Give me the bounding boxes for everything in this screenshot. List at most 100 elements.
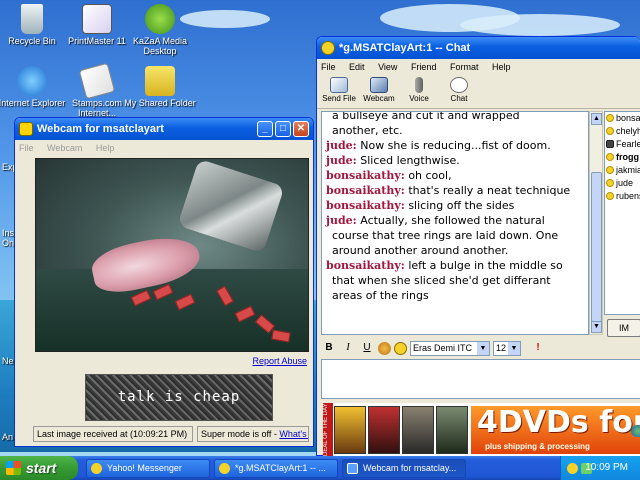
menu-view[interactable]: View [378, 62, 397, 72]
desktop-icon-internet-explorer[interactable]: Internet Explorer [0, 66, 69, 108]
scroll-thumb[interactable] [591, 172, 602, 322]
task-yahoo-messenger[interactable]: Yahoo! Messenger [86, 459, 210, 478]
format-toolbar: B I U Eras Demi ITC ▼ 12 ▼ ! [321, 339, 640, 357]
message-input[interactable] [321, 359, 640, 399]
pasta-machine [177, 159, 285, 254]
taskbar: start Yahoo! Messenger *g.MSATClayArt:1 … [0, 456, 640, 480]
user-list-item[interactable]: rubens [605, 190, 640, 203]
clock: 10:09 PM [585, 462, 628, 473]
chat-message: jude: Actually, she followed the natural [326, 213, 584, 228]
send-file-button[interactable]: Send File [319, 75, 359, 108]
voice-button[interactable]: Voice [399, 75, 439, 108]
chat-text: another, etc. [332, 124, 403, 137]
report-abuse-link[interactable]: Report Abuse [252, 356, 307, 366]
super-mode-status: Super mode is off - What's this? [197, 426, 309, 442]
user-list-item[interactable]: jude [605, 177, 640, 190]
font-size-select[interactable]: 12 ▼ [493, 340, 521, 356]
webcam-window[interactable]: Webcam for msatclayart _ □ ✕ File Webcam… [14, 117, 314, 447]
desktop-icon-kazaa[interactable]: KaZaA Media Desktop [123, 4, 197, 56]
ad-subtext: plus shipping & processing [485, 442, 590, 451]
dvd-cover-2 [368, 406, 400, 454]
chat-text: that when she sliced she'd get differant [332, 274, 551, 287]
user-list-item[interactable]: chelyh [605, 125, 640, 138]
user-name: jakmia [616, 165, 640, 175]
chat-text: a bullseye and cut it and wrapped [332, 111, 520, 122]
webcam-icon [606, 140, 614, 148]
whats-this-link[interactable]: What's this? [279, 429, 308, 439]
send-file-icon [330, 77, 348, 93]
webcam-button[interactable]: Webcam [359, 75, 399, 108]
alert-icon[interactable]: ! [530, 341, 546, 355]
im-button[interactable]: IM [607, 319, 640, 337]
webcam-titlebar[interactable]: Webcam for msatclayart _ □ ✕ [15, 118, 313, 140]
user-name: jude [616, 178, 634, 188]
desktop-icon-recycle-bin[interactable]: Recycle Bin [0, 4, 69, 46]
scroll-up-icon[interactable]: ▲ [591, 113, 602, 125]
smiley-icon [606, 179, 614, 187]
yahoo-smiley-icon [321, 41, 335, 55]
last-image-status: Last image received at (10:09:21 PM) [33, 426, 193, 442]
user-name: rubens [616, 191, 640, 201]
chat-text: that's really a neat technique [408, 184, 571, 197]
menu-help: Help [95, 143, 115, 153]
chat-transcript[interactable]: a bullseye and cut it and wrapped another… [321, 111, 589, 335]
chat-window[interactable]: *g.MSATClayArt:1 -- Chat File Edit View … [316, 36, 640, 457]
close-icon[interactable]: ✕ [293, 121, 309, 137]
chat-window-title: *g.MSATClayArt:1 -- Chat [339, 42, 471, 54]
webcam-window-title: Webcam for msatclayart [37, 123, 164, 135]
underline-button[interactable]: U [359, 341, 375, 355]
chat-bubbles-icon [450, 77, 468, 93]
recycle-bin-icon [21, 4, 43, 34]
bold-button[interactable]: B [321, 341, 337, 355]
yahoo-smiley-icon [91, 463, 102, 474]
chat-button[interactable]: Chat [439, 75, 479, 108]
start-label: start [26, 460, 57, 476]
scroll-down-icon[interactable]: ▼ [591, 321, 602, 333]
ad-side-text: DEAL OF THE DAY [323, 403, 333, 457]
maximize-icon[interactable]: □ [275, 121, 291, 137]
font-select[interactable]: Eras Demi ITC ▼ [410, 340, 490, 356]
emoticon-icon[interactable] [394, 341, 407, 355]
chat-author: jude: [326, 214, 357, 227]
menu-webcam: Webcam [47, 143, 83, 153]
ad-banner[interactable]: DEAL OF THE DAY 4DVDs for 4 plus shippin… [323, 403, 640, 457]
color-palette-icon[interactable] [378, 341, 391, 355]
user-list-item[interactable]: Fearle [605, 138, 640, 151]
captcha-image: talk is cheap [85, 374, 273, 421]
chat-titlebar[interactable]: *g.MSATClayArt:1 -- Chat [317, 37, 640, 59]
transcript-scrollbar[interactable]: ▲ ▼ [589, 111, 603, 335]
user-list-item[interactable]: bonsa [605, 112, 640, 125]
webcam-statusbar: Last image received at (10:09:21 PM) Sup… [33, 426, 309, 442]
dvd-cover-4 [436, 406, 468, 454]
webcam-icon [19, 122, 33, 136]
chat-user-list[interactable]: bonsa chelyh Fearle frogg jakmia jude rubens [604, 111, 640, 315]
desktop-edge-text: Ne [2, 356, 14, 366]
desktop-icon-label: My Shared Folder [124, 98, 196, 108]
chat-text: Sliced lengthwise. [360, 154, 460, 167]
chat-message: bonsaikathy: oh cool, [326, 168, 584, 183]
menu-edit[interactable]: Edit [349, 62, 365, 72]
chat-author: bonsaikathy: [326, 169, 405, 182]
task-label: Webcam for msatclay... [363, 463, 457, 473]
start-button[interactable]: start [0, 456, 78, 480]
microphone-icon [415, 77, 423, 93]
chat-text: around another around another. [332, 244, 509, 257]
yahoo-tray-icon[interactable] [567, 463, 578, 474]
task-webcam-window[interactable]: Webcam for msatclay... [342, 459, 466, 478]
dvd-cover-1 [334, 406, 366, 454]
font-size-value: 12 [496, 342, 507, 353]
menu-help[interactable]: Help [492, 62, 511, 72]
task-label: *g.MSATClayArt:1 -- ... [235, 463, 326, 473]
windows-logo-icon [6, 461, 21, 475]
menu-file[interactable]: File [321, 62, 336, 72]
chat-text: slicing off the sides [408, 199, 515, 212]
chat-author: jude: [326, 139, 357, 152]
task-chat-window[interactable]: *g.MSATClayArt:1 -- ... [214, 459, 338, 478]
menu-friend[interactable]: Friend [411, 62, 437, 72]
minimize-icon[interactable]: _ [257, 121, 273, 137]
user-list-item[interactable]: frogg [605, 151, 640, 164]
italic-button[interactable]: I [340, 341, 356, 355]
user-list-item[interactable]: jakmia [605, 164, 640, 177]
desktop-icon-shared-folder[interactable]: My Shared Folder [123, 66, 197, 108]
menu-format[interactable]: Format [450, 62, 479, 72]
